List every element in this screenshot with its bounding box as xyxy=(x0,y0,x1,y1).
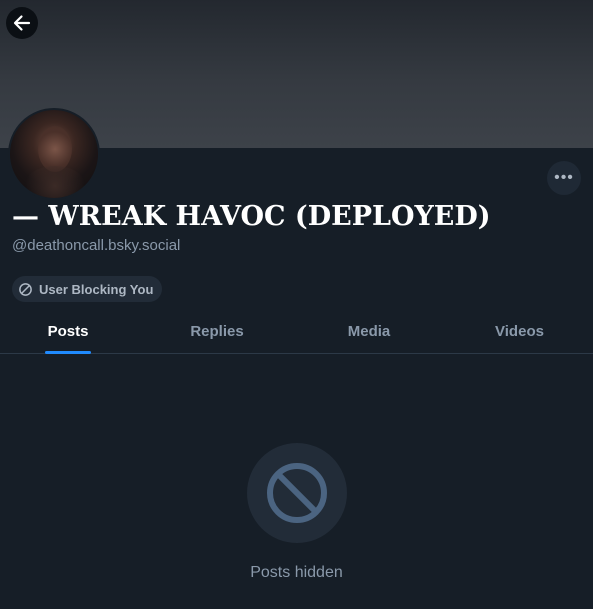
arrow-left-icon xyxy=(13,15,31,31)
tab-replies[interactable]: Replies xyxy=(142,310,292,353)
tab-label: Replies xyxy=(190,323,244,340)
more-options-button[interactable]: ••• xyxy=(547,161,581,195)
avatar[interactable] xyxy=(8,108,100,200)
ban-icon xyxy=(267,463,327,523)
posts-hidden-icon-wrapper xyxy=(247,443,347,543)
tab-label: Videos xyxy=(495,323,544,340)
blocking-status-label: User Blocking You xyxy=(39,281,154,297)
active-tab-indicator xyxy=(45,351,91,354)
tab-label: Media xyxy=(347,323,391,340)
tab-media[interactable]: Media xyxy=(294,310,444,353)
profile-handle: @deathoncall.bsky.social xyxy=(12,237,181,254)
display-name: — WREAK HAVOC (DEPLOYED) xyxy=(12,201,491,232)
profile-tabs: Posts Replies Media Videos xyxy=(0,310,593,354)
ellipsis-icon: ••• xyxy=(554,169,574,186)
blocking-status-badge: User Blocking You xyxy=(12,276,163,302)
posts-hidden-message: Posts hidden xyxy=(250,564,343,581)
tab-label: Posts xyxy=(47,323,89,340)
avatar-image-area-lower xyxy=(24,166,86,198)
tab-videos[interactable]: Videos xyxy=(446,310,593,353)
tab-posts[interactable]: Posts xyxy=(0,310,136,354)
ban-small-icon xyxy=(19,282,32,296)
back-button[interactable] xyxy=(6,7,38,39)
